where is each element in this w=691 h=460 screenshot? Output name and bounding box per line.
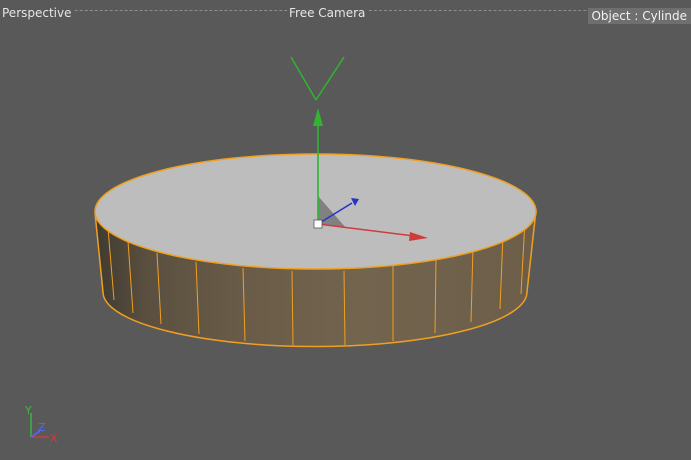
cylinder-cap[interactable]	[94, 153, 537, 270]
scene-canvas[interactable]: Y Z X	[0, 0, 691, 460]
3d-viewport[interactable]: Perspective Free Camera Object : Cylinde	[0, 0, 691, 460]
axis-y-label: Y	[24, 404, 32, 417]
gizmo-pivot[interactable]	[313, 219, 323, 229]
axis-z-label: Z	[38, 421, 46, 434]
gizmo-y-arrow[interactable]	[313, 108, 323, 126]
axis-orientation-icon: Y Z X	[24, 404, 58, 445]
axis-x-label: X	[50, 432, 58, 445]
cylinder-object[interactable]	[94, 153, 537, 348]
